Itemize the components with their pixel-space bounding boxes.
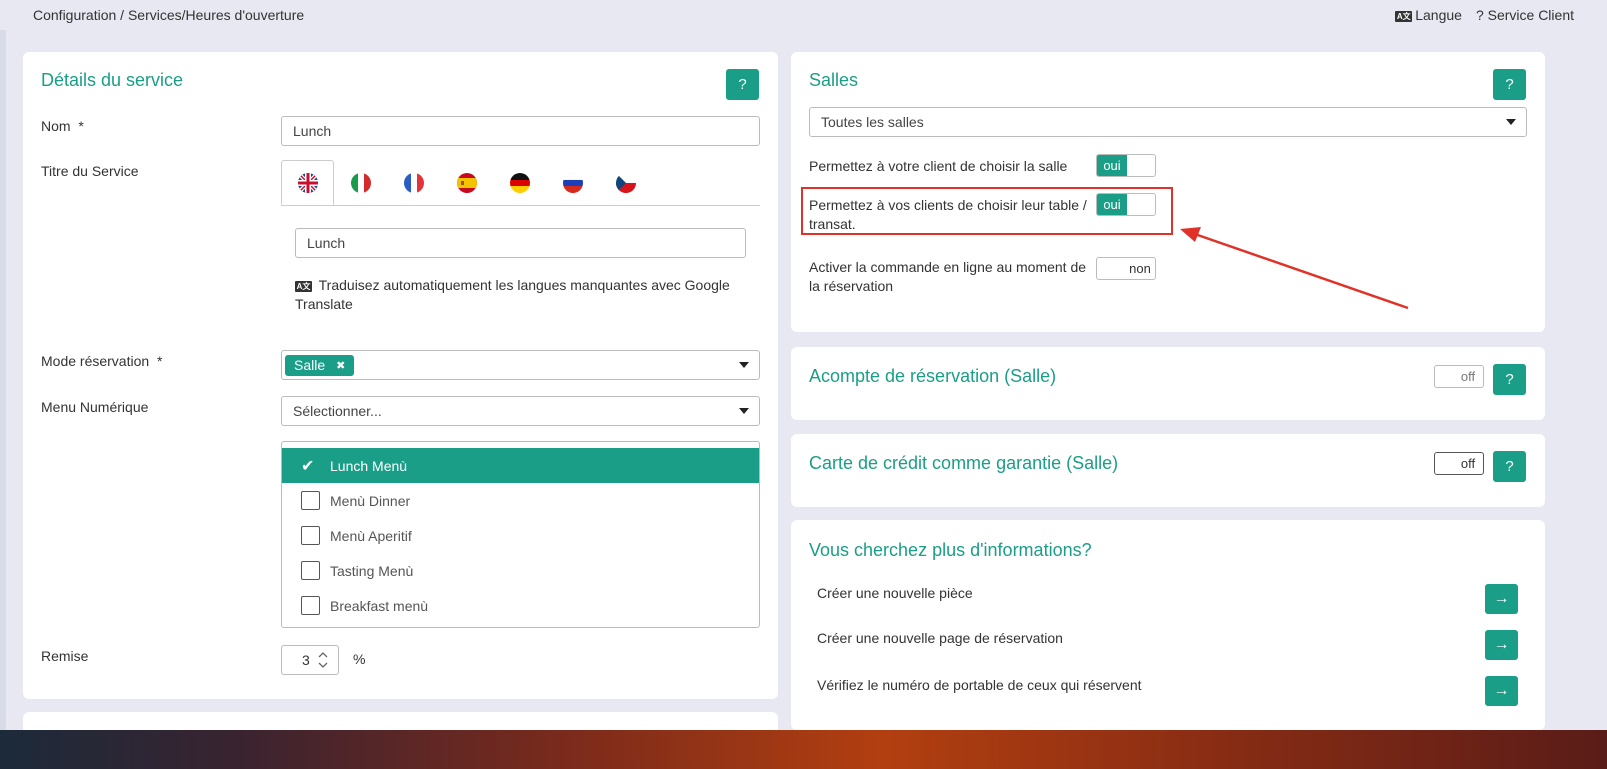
- checkmark-icon: ✔: [301, 457, 315, 475]
- choose-table-toggle[interactable]: oui: [1096, 193, 1156, 216]
- support-label: Service Client: [1487, 7, 1574, 23]
- top-bar-actions: A文 Langue ? Service Client: [1395, 7, 1574, 23]
- deposit-help-button[interactable]: ?: [1493, 364, 1526, 395]
- more-info-title: Vous cherchez plus d'informations?: [809, 540, 1092, 560]
- new-room-arrow-button[interactable]: →: [1485, 584, 1518, 614]
- menu-option-aperitif[interactable]: Menù Aperitif: [282, 518, 759, 553]
- stepper-arrows-icon[interactable]: [318, 650, 328, 670]
- link-new-booking-page[interactable]: Créer une nouvelle page de réservation: [817, 629, 1063, 648]
- english-flag-icon: [297, 172, 318, 193]
- question-icon: ?: [1475, 7, 1484, 23]
- credit-card-card: Carte de crédit comme garantie (Salle) o…: [791, 434, 1545, 507]
- chevron-down-icon: [739, 408, 749, 414]
- menu-option-breakfast[interactable]: Breakfast menù: [282, 588, 759, 623]
- booking-mode-tag: Salle ✖: [285, 354, 355, 376]
- annotation-arrow: [1180, 227, 1409, 310]
- tab-french[interactable]: [387, 160, 440, 205]
- rooms-title: Salles: [809, 70, 859, 90]
- service-details-card: Détails du service ? Nom * Lunch Titre d…: [23, 52, 778, 699]
- discount-value: 3: [302, 652, 310, 668]
- chevron-down-icon: [1506, 119, 1516, 125]
- translate-note: A文 Traduisez automatiquement les langues…: [295, 277, 730, 312]
- tab-russian[interactable]: [546, 160, 599, 205]
- discount-label: Remise: [41, 648, 89, 664]
- credit-card-toggle[interactable]: off: [1434, 452, 1484, 475]
- service-details-title: Détails du service: [41, 70, 184, 90]
- breadcrumb: Configuration / Services/Heures d'ouvert…: [33, 7, 305, 23]
- rooms-select[interactable]: Toutes les salles: [809, 107, 1527, 137]
- choose-room-label: Permettez à votre client de choisir la s…: [809, 158, 1068, 174]
- verify-mobile-arrow-button[interactable]: →: [1485, 676, 1518, 706]
- service-details-help-button[interactable]: ?: [726, 69, 759, 100]
- tab-czech[interactable]: [599, 160, 652, 205]
- language-tabs-divider: [281, 205, 760, 206]
- name-label: Nom *: [41, 118, 84, 134]
- digital-menu-list: ✔ Lunch Menù Menù Dinner Menù Aperitif Ta…: [281, 441, 760, 628]
- spanish-flag-icon: [456, 172, 477, 193]
- digital-menu-select[interactable]: Sélectionner...: [281, 396, 760, 426]
- chevron-down-icon: [739, 362, 749, 368]
- choose-room-toggle[interactable]: oui: [1096, 154, 1156, 177]
- translate-icon: A文: [295, 281, 312, 292]
- link-verify-mobile[interactable]: Vérifiez le numéro de portable de ceux q…: [817, 676, 1142, 695]
- menu-option-tasting[interactable]: Tasting Menù: [282, 553, 759, 588]
- choose-table-label: Permettez à vos clients de choisir leur …: [809, 197, 1087, 232]
- link-new-room[interactable]: Créer une nouvelle pièce: [817, 584, 973, 603]
- tab-english[interactable]: [281, 160, 334, 205]
- digital-menu-label: Menu Numérique: [41, 399, 149, 415]
- booking-mode-select[interactable]: Salle ✖: [281, 350, 760, 380]
- online-order-toggle[interactable]: non: [1096, 257, 1156, 280]
- name-input[interactable]: Lunch: [281, 116, 760, 146]
- french-flag-icon: [403, 172, 424, 193]
- discount-stepper[interactable]: 3: [281, 645, 339, 675]
- menu-option-dinner[interactable]: Menù Dinner: [282, 483, 759, 518]
- czech-flag-icon: [615, 172, 636, 193]
- german-flag-icon: [509, 172, 530, 193]
- tab-italian[interactable]: [334, 160, 387, 205]
- service-title-label: Titre du Service: [41, 163, 139, 179]
- tab-spanish[interactable]: [440, 160, 493, 205]
- credit-card-title: Carte de crédit comme garantie (Salle): [809, 453, 1119, 473]
- deposit-title: Acompte de réservation (Salle): [809, 366, 1057, 386]
- window-edge: [0, 30, 6, 730]
- desktop-background: [0, 730, 1607, 769]
- online-order-label: Activer la commande en ligne au moment d…: [809, 259, 1087, 294]
- russian-flag-icon: [562, 172, 583, 193]
- checkbox[interactable]: [301, 561, 320, 580]
- language-tabs: [281, 160, 652, 205]
- checkbox[interactable]: [301, 491, 320, 510]
- credit-card-help-button[interactable]: ?: [1493, 451, 1526, 482]
- deposit-card: Acompte de réservation (Salle) off ?: [791, 347, 1545, 420]
- language-icon: A文: [1395, 11, 1413, 22]
- menu-option-lunch[interactable]: ✔ Lunch Menù: [282, 448, 759, 483]
- support-button[interactable]: ? Service Client: [1476, 7, 1574, 23]
- language-button[interactable]: A文 Langue: [1395, 7, 1462, 23]
- top-bar: Configuration / Services/Heures d'ouvert…: [0, 0, 1607, 30]
- italian-flag-icon: [350, 172, 371, 193]
- new-booking-page-arrow-button[interactable]: →: [1485, 630, 1518, 660]
- more-info-card: Vous cherchez plus d'informations? Créer…: [791, 520, 1545, 730]
- deposit-toggle[interactable]: off: [1434, 365, 1484, 388]
- checkbox[interactable]: [301, 526, 320, 545]
- tag-remove-icon[interactable]: ✖: [336, 359, 345, 372]
- rooms-help-button[interactable]: ?: [1493, 69, 1526, 100]
- discount-unit: %: [353, 651, 366, 667]
- checkbox[interactable]: [301, 596, 320, 615]
- booking-mode-label: Mode réservation *: [41, 353, 163, 369]
- language-label: Langue: [1415, 7, 1462, 23]
- service-title-input[interactable]: Lunch: [295, 228, 746, 258]
- tab-german[interactable]: [493, 160, 546, 205]
